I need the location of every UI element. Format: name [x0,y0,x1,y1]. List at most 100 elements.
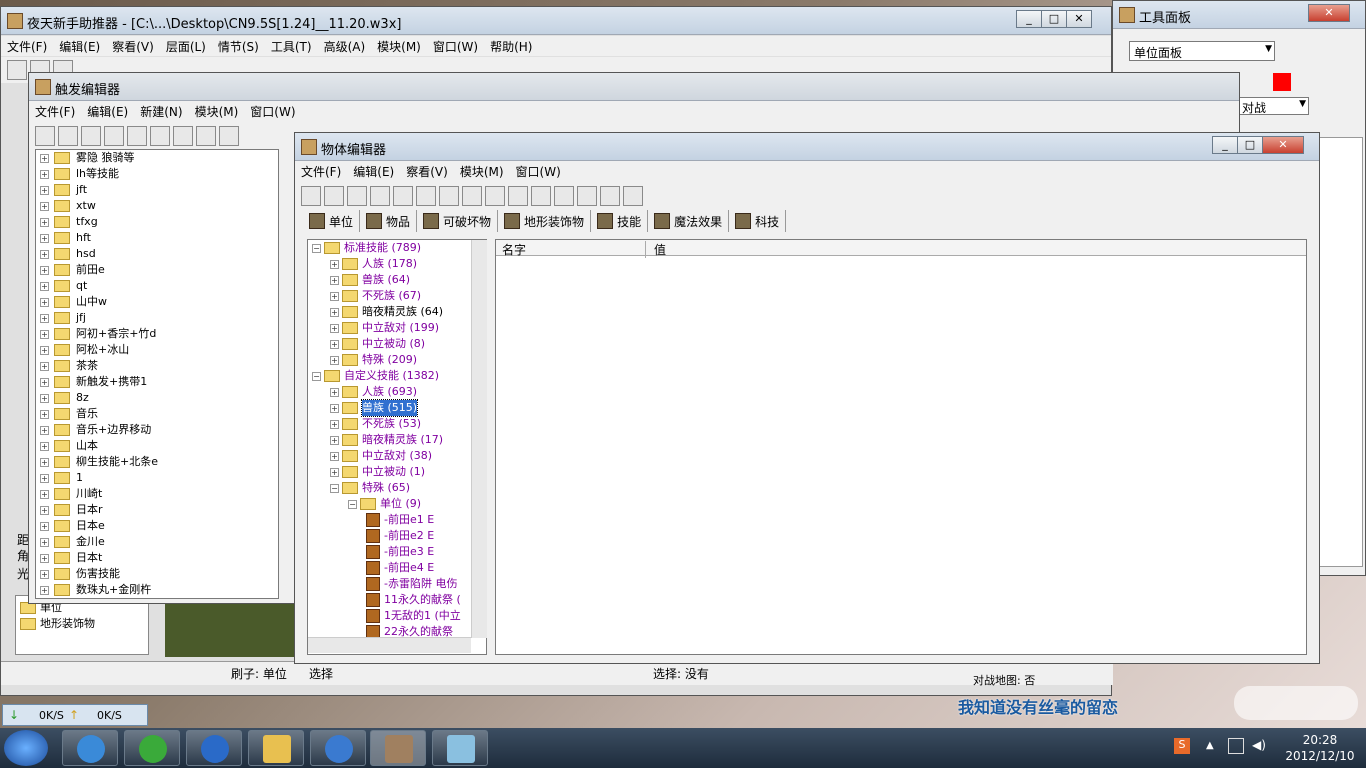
ability-item[interactable]: -前田e1 E [308,512,486,528]
expand-icon[interactable]: + [330,260,339,269]
minimize-icon[interactable]: _ [1212,136,1238,154]
app-button-book[interactable] [432,730,488,766]
trigger_editor-menu-item[interactable]: 文件(F) [35,103,75,120]
expand-icon[interactable]: + [330,452,339,461]
trigger-folder-item[interactable]: + 茶茶 [36,358,278,374]
new-icon[interactable] [301,186,321,206]
redo-icon[interactable] [196,126,216,146]
main_window-menu-item[interactable]: 察看(V) [112,38,154,55]
expand-icon[interactable]: + [40,266,49,275]
volume-icon[interactable]: ◀) [1252,738,1266,752]
ability-folder[interactable]: + 中立敌对 (38) [308,448,486,464]
trigger-folder-item[interactable]: + 伤害技能 [36,566,278,582]
ability-folder[interactable]: + 中立被动 (8) [308,336,486,352]
column-value[interactable]: 值 [654,241,666,258]
expand-icon[interactable]: + [330,308,339,317]
trigger-folder-item[interactable]: + 金川e [36,534,278,550]
trigger-folder-item[interactable]: + hsd [36,246,278,262]
import-icon[interactable] [416,186,436,206]
object-tab[interactable]: 魔法效果 [648,210,730,232]
expand-icon[interactable]: + [40,154,49,163]
main_window-menu-item[interactable]: 高级(A) [324,38,366,55]
box-icon[interactable] [577,186,597,206]
object-tab[interactable]: 地形装饰物 [498,210,592,232]
ability-folder[interactable]: + 兽族 (515) [308,399,486,417]
expand-icon[interactable]: + [40,202,49,211]
trigger-folder-item[interactable]: + 前田e [36,262,278,278]
expand-icon[interactable]: + [40,282,49,291]
keyboard-icon[interactable] [531,186,551,206]
expand-icon[interactable]: + [40,442,49,451]
ability-folder[interactable]: + 不死族 (67) [308,288,486,304]
main_window-menu-item[interactable]: 工具(T) [271,38,312,55]
we-editor-button[interactable] [370,730,426,766]
trigger-folder-item[interactable]: + 雾隐 狼骑等 [36,150,278,166]
tree-scrollbar[interactable] [471,240,487,638]
mode-dropdown[interactable]: 对战 ▼ [1239,97,1309,115]
expand-icon[interactable]: + [40,554,49,563]
unit-panel-dropdown[interactable]: 单位面板 ▼ [1129,41,1275,61]
ability-item[interactable]: -前田e3 E [308,544,486,560]
collapse-icon[interactable]: − [348,500,357,509]
main-titlebar[interactable]: 夜天新手助推器 - [C:\...\Desktop\CN9.5S[1.24]__… [1,7,1111,35]
ability-folder[interactable]: − 自定义技能 (1382) [308,368,486,384]
trigger-folder-item[interactable]: + 阿初+香宗+竹d [36,326,278,342]
expand-icon[interactable]: + [330,356,339,365]
object_editor-menu-item[interactable]: 文件(F) [301,163,341,180]
trigger_editor-menu-item[interactable]: 窗口(W) [250,103,295,120]
new-icon[interactable] [35,126,55,146]
color-swatch[interactable] [1273,73,1291,91]
expand-icon[interactable]: + [40,346,49,355]
collapse-icon[interactable]: − [312,372,321,381]
open-icon[interactable] [58,126,78,146]
ability-folder[interactable]: + 特殊 (209) [308,352,486,368]
script-icon[interactable] [462,186,482,206]
trigger-folder-item[interactable]: + jft [36,182,278,198]
main_window-menu-item[interactable]: 帮助(H) [490,38,532,55]
expand-icon[interactable]: + [40,234,49,243]
object-tab[interactable]: 技能 [591,210,649,232]
close-icon[interactable]: ✕ [1308,4,1350,22]
main_window-menu-item[interactable]: 编辑(E) [59,38,100,55]
new-file-icon[interactable] [7,60,27,80]
trigger_editor-menu-item[interactable]: 模块(M) [195,103,239,120]
ability-folder[interactable]: + 人族 (178) [308,256,486,272]
trigger-folder-item[interactable]: + lh等技能 [36,166,278,182]
sound-icon[interactable] [485,186,505,206]
expand-icon[interactable]: + [330,276,339,285]
expand-icon[interactable]: + [40,394,49,403]
trigger-folder-item[interactable]: +1 [36,470,278,486]
trigger-folder-item[interactable]: + hft [36,230,278,246]
copy-icon[interactable] [127,126,147,146]
export-icon[interactable] [600,186,620,206]
main_window-menu-item[interactable]: 层面(L) [166,38,206,55]
close-icon[interactable]: ✕ [1262,136,1304,154]
trigger-folder-item[interactable]: + 数珠丸+金刚杵 [36,582,278,598]
paste-icon[interactable] [150,126,170,146]
expand-icon[interactable]: + [40,426,49,435]
object-tab[interactable]: 可破坏物 [417,210,499,232]
expand-icon[interactable]: + [40,410,49,419]
trigger-folder-item[interactable]: + 新触发+携带1 [36,374,278,390]
expand-icon[interactable]: + [40,570,49,579]
ability-folder[interactable]: − 单位 (9) [308,496,486,512]
network-icon[interactable] [1228,738,1244,754]
ability-folder[interactable]: − 特殊 (65) [308,480,486,496]
list-item[interactable]: 地形装饰物 [16,616,148,632]
trigger-folder-item[interactable]: +8z [36,390,278,406]
tool-panel-titlebar[interactable]: 工具面板 ✕ [1113,1,1365,29]
terrain-icon[interactable] [439,186,459,206]
expand-icon[interactable]: + [330,292,339,301]
ability-folder[interactable]: − 标准技能 (789) [308,240,486,256]
trigger-folder-item[interactable]: + jfj [36,310,278,326]
expand-icon[interactable]: + [330,340,339,349]
object_editor-menu-item[interactable]: 编辑(E) [353,163,394,180]
expand-icon[interactable]: + [40,378,49,387]
net-speed-widget[interactable]: ↓ 0K/S ↑ 0K/S [2,704,148,726]
trigger-folder-item[interactable]: + 柳生技能+北条e [36,454,278,470]
expand-icon[interactable]: + [330,404,339,413]
trigger-folder-item[interactable]: + 山本 [36,438,278,454]
tray-arrow-icon[interactable]: ▲ [1206,740,1214,751]
expand-icon[interactable]: + [330,388,339,397]
expand-icon[interactable]: + [40,362,49,371]
